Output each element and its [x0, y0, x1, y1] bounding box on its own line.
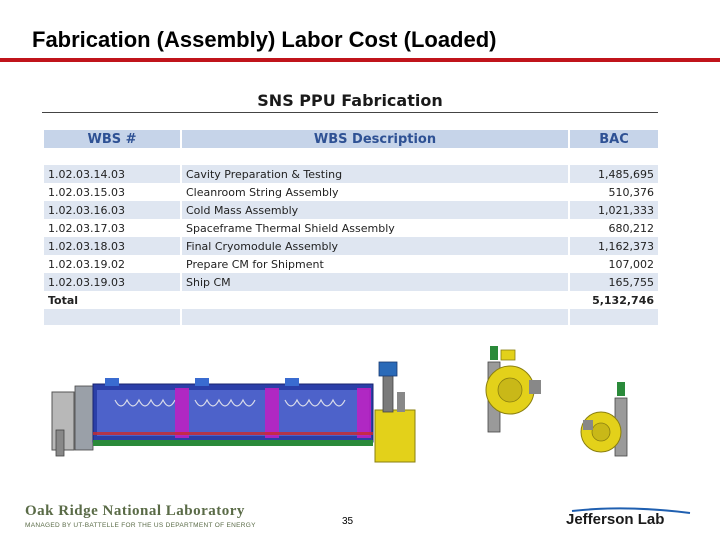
wbs-number: 1.02.03.14.03: [44, 165, 180, 183]
table-row: 1.02.03.18.03 Final Cryomodule Assembly …: [44, 237, 658, 255]
bac-value: 165,755: [570, 273, 658, 291]
wbs-number: 1.02.03.16.03: [44, 201, 180, 219]
wbs-description: Ship CM: [182, 273, 568, 291]
ornl-logo: Oak Ridge National Laboratory MANAGED BY…: [25, 503, 256, 529]
bac-value: 107,002: [570, 255, 658, 273]
wbs-description: Cavity Preparation & Testing: [182, 165, 568, 183]
total-label: Total: [44, 291, 180, 309]
total-value: 5,132,746: [570, 291, 658, 309]
table-row: 1.02.03.19.03 Ship CM 165,755: [44, 273, 658, 291]
bac-value: 1,021,333: [570, 201, 658, 219]
jefferson-lab-name: Jefferson Lab: [566, 511, 665, 528]
wbs-cost-table: WBS # WBS Description BAC 1.02.03.14.03 …: [42, 130, 660, 325]
cryomodule-illustration: [51, 346, 628, 463]
wbs-description: Prepare CM for Shipment: [182, 255, 568, 273]
ornl-name: Oak Ridge National Laboratory: [25, 503, 245, 519]
bac-value: 1,162,373: [570, 237, 658, 255]
end-view-large: [485, 346, 541, 433]
wbs-number: 1.02.03.18.03: [44, 237, 180, 255]
slide-title: Fabrication (Assembly) Labor Cost (Loade…: [32, 27, 497, 52]
wbs-number: 1.02.03.15.03: [44, 183, 180, 201]
column-header-wbs: WBS #: [44, 130, 180, 148]
header-spacer: [44, 148, 658, 165]
heading-divider: [42, 112, 658, 113]
left-end-can: [51, 385, 94, 457]
title-divider: [0, 58, 720, 62]
end-view-small: [580, 382, 628, 457]
right-end-can: [374, 361, 416, 463]
bac-value: 1,485,695: [570, 165, 658, 183]
wbs-description: Final Cryomodule Assembly: [182, 237, 568, 255]
table-row: 1.02.03.16.03 Cold Mass Assembly 1,021,3…: [44, 201, 658, 219]
column-header-bac: BAC: [570, 130, 658, 148]
wbs-number: 1.02.03.17.03: [44, 219, 180, 237]
table-row: 1.02.03.17.03 Spaceframe Thermal Shield …: [44, 219, 658, 237]
cryomodule-body: [92, 378, 374, 446]
table-row: 1.02.03.19.02 Prepare CM for Shipment 10…: [44, 255, 658, 273]
jefferson-lab-logo: Jefferson Lab: [566, 507, 696, 533]
wbs-description: Cleanroom String Assembly: [182, 183, 568, 201]
table-heading: SNS PPU Fabrication: [257, 91, 443, 110]
bac-value: 680,212: [570, 219, 658, 237]
bac-value: 510,376: [570, 183, 658, 201]
table-header-row: WBS # WBS Description BAC: [44, 130, 658, 148]
blank-row: [44, 309, 658, 325]
wbs-description: Spaceframe Thermal Shield Assembly: [182, 219, 568, 237]
column-header-description: WBS Description: [182, 130, 568, 148]
table-row: 1.02.03.15.03 Cleanroom String Assembly …: [44, 183, 658, 201]
total-row: Total 5,132,746: [44, 291, 658, 309]
page-number: 35: [342, 516, 354, 527]
wbs-number: 1.02.03.19.03: [44, 273, 180, 291]
ornl-tagline: MANAGED BY UT-BATTELLE FOR THE US DEPART…: [25, 522, 256, 529]
table-row: 1.02.03.14.03 Cavity Preparation & Testi…: [44, 165, 658, 183]
wbs-description: Cold Mass Assembly: [182, 201, 568, 219]
wbs-number: 1.02.03.19.02: [44, 255, 180, 273]
